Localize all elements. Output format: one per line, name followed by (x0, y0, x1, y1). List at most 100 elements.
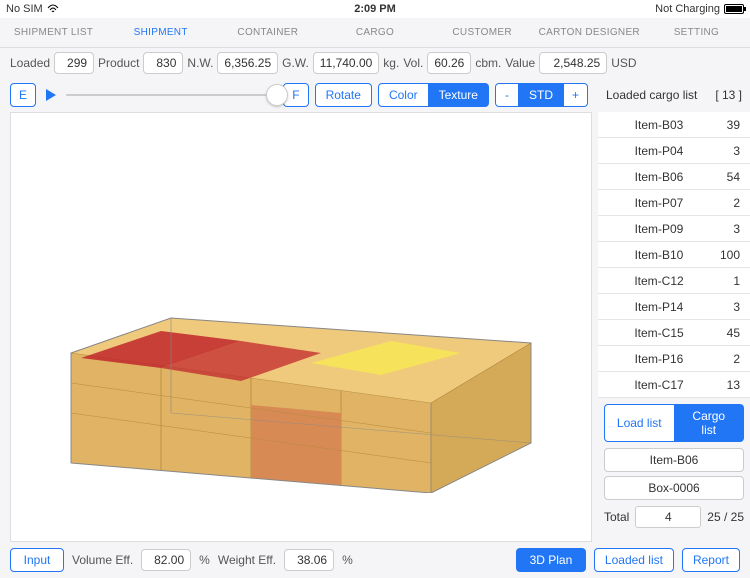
nw-value[interactable]: 6,356.25 (217, 52, 278, 74)
rotate-button[interactable]: Rotate (315, 83, 372, 107)
gw-unit: kg. (383, 56, 399, 70)
cargo-row[interactable]: Item-C1713 (598, 372, 750, 398)
value-value[interactable]: 2,548.25 (539, 52, 607, 74)
gw-value[interactable]: 11,740.00 (313, 52, 380, 74)
cargo-row[interactable]: Item-P043 (598, 138, 750, 164)
tab-shipment-list[interactable]: SHIPMENT LIST (0, 18, 107, 47)
cargo-name: Item-B10 (608, 248, 710, 262)
cargo-qty: 3 (710, 300, 740, 314)
cargo-qty: 3 (710, 144, 740, 158)
total-count[interactable]: 4 (635, 506, 701, 528)
cargo-name: Item-P09 (608, 222, 710, 236)
tab-customer[interactable]: CUSTOMER (429, 18, 536, 47)
cargo-row[interactable]: Item-P072 (598, 190, 750, 216)
cargo-name: Item-C15 (608, 326, 710, 340)
cargo-name: Item-P16 (608, 352, 710, 366)
pct2: % (342, 553, 353, 567)
cargo-list[interactable]: Item-B0339Item-P043Item-B0654Item-P072It… (598, 112, 750, 398)
cargo-name: Item-P07 (608, 196, 710, 210)
progress-slider[interactable] (66, 94, 277, 96)
cargo-qty: 100 (710, 248, 740, 262)
cargo-qty: 39 (710, 118, 740, 132)
vol-eff-label: Volume Eff. (72, 553, 133, 567)
vol-unit: cbm. (475, 56, 501, 70)
cargo-qty: 54 (710, 170, 740, 184)
sim-status: No SIM (6, 3, 43, 15)
pct1: % (199, 553, 210, 567)
cargo-qty: 2 (710, 352, 740, 366)
e-button[interactable]: E (10, 83, 36, 107)
cargo-list-count: [ 13 ] (715, 88, 742, 102)
cargo-list-title: Loaded cargo list (606, 88, 697, 102)
cargo-sidebar: Item-B0339Item-P043Item-B0654Item-P072It… (598, 112, 750, 542)
charge-status: Not Charging (655, 3, 720, 15)
vol-label: Vol. (403, 56, 423, 70)
total-row: Total 4 25 / 25 (598, 502, 750, 532)
summary-bar: Loaded 299 Product 830 N.W. 6,356.25 G.W… (0, 48, 750, 78)
cargo-name: Item-P14 (608, 300, 710, 314)
product-label: Product (98, 56, 139, 70)
zoom-std-button[interactable]: STD (519, 83, 564, 107)
battery-icon (724, 4, 744, 14)
cargo-qty: 45 (710, 326, 740, 340)
cargo-row[interactable]: Item-B0339 (598, 112, 750, 138)
toolbar: E F Rotate Color Texture - STD + Loaded … (0, 78, 750, 112)
status-bar: No SIM 2:09 PM Not Charging (0, 0, 750, 18)
zoom-in-button[interactable]: + (564, 83, 588, 107)
container-render (51, 263, 551, 493)
container-3d-view[interactable] (10, 112, 592, 542)
cargo-row[interactable]: Item-C121 (598, 268, 750, 294)
wt-eff-value[interactable]: 38.06 (284, 549, 334, 571)
bottom-bar: Input Volume Eff. 82.00 % Weight Eff. 38… (0, 542, 750, 578)
vol-eff-value[interactable]: 82.00 (141, 549, 191, 571)
cargo-list-button[interactable]: Cargo list (675, 404, 745, 442)
selected-box-field[interactable]: Box-0006 (604, 476, 744, 500)
wt-eff-label: Weight Eff. (218, 553, 276, 567)
cargo-row[interactable]: Item-C1545 (598, 320, 750, 346)
cargo-row[interactable]: Item-B10100 (598, 242, 750, 268)
zoom-segment: - STD + (495, 83, 588, 107)
color-texture-segment: Color Texture (378, 83, 489, 107)
play-icon (46, 89, 56, 101)
product-value[interactable]: 830 (143, 52, 183, 74)
3d-plan-button[interactable]: 3D Plan (516, 548, 586, 572)
wifi-icon (47, 4, 59, 14)
cargo-name: Item-C17 (608, 378, 710, 392)
load-list-button[interactable]: Load list (604, 404, 675, 442)
cargo-qty: 2 (710, 196, 740, 210)
selected-item-field[interactable]: Item-B06 (604, 448, 744, 472)
cargo-qty: 3 (710, 222, 740, 236)
loaded-value[interactable]: 299 (54, 52, 94, 74)
zoom-out-button[interactable]: - (495, 83, 519, 107)
cargo-row[interactable]: Item-P143 (598, 294, 750, 320)
cargo-name: Item-P04 (608, 144, 710, 158)
tab-shipment[interactable]: SHIPMENT (107, 18, 214, 47)
tab-carton-designer[interactable]: CARTON DESIGNER (536, 18, 643, 47)
vol-value[interactable]: 60.26 (427, 52, 471, 74)
nw-label: N.W. (187, 56, 213, 70)
loaded-label: Loaded (10, 56, 50, 70)
main-area: Item-B0339Item-P043Item-B0654Item-P072It… (0, 112, 750, 542)
value-unit: USD (611, 56, 636, 70)
report-button[interactable]: Report (682, 548, 740, 572)
list-segment: Load list Cargo list (604, 404, 744, 442)
cargo-name: Item-B03 (608, 118, 710, 132)
cargo-qty: 13 (710, 378, 740, 392)
cargo-row[interactable]: Item-P093 (598, 216, 750, 242)
clock: 2:09 PM (354, 3, 396, 15)
tab-cargo[interactable]: CARGO (321, 18, 428, 47)
input-button[interactable]: Input (10, 548, 64, 572)
color-button[interactable]: Color (378, 83, 429, 107)
cargo-qty: 1 (710, 274, 740, 288)
total-ratio: 25 / 25 (707, 510, 744, 524)
gw-label: G.W. (282, 56, 309, 70)
texture-button[interactable]: Texture (429, 83, 489, 107)
loaded-list-button[interactable]: Loaded list (594, 548, 674, 572)
play-button[interactable] (42, 85, 60, 105)
tab-setting[interactable]: SETTING (643, 18, 750, 47)
total-label: Total (604, 510, 629, 524)
tab-container[interactable]: CONTAINER (214, 18, 321, 47)
cargo-row[interactable]: Item-P162 (598, 346, 750, 372)
cargo-list-header: Loaded cargo list [ 13 ] (598, 78, 750, 112)
cargo-row[interactable]: Item-B0654 (598, 164, 750, 190)
